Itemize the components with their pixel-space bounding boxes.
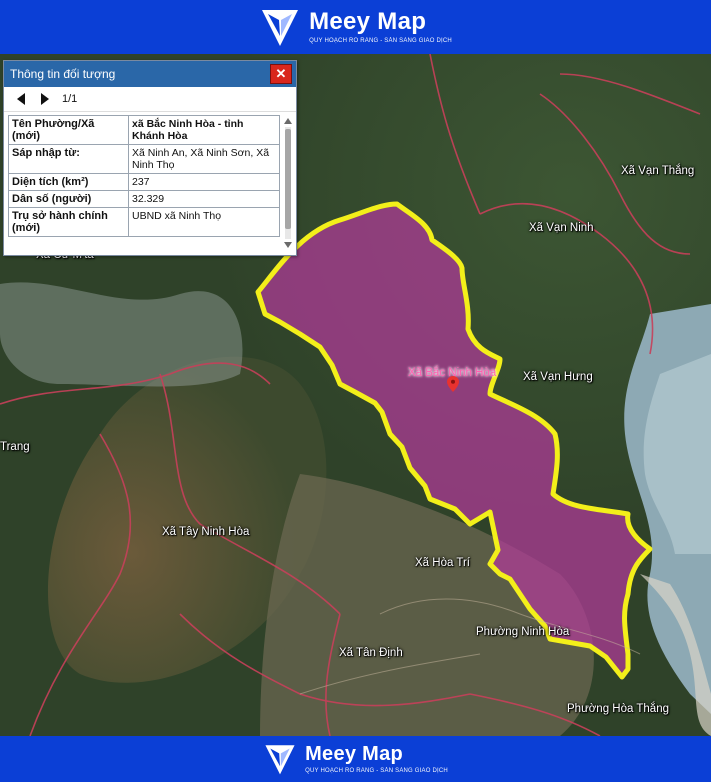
info-table-container[interactable]: Tên Phường/Xã (mới) xã Bắc Ninh Hòa - tỉ… <box>8 115 284 249</box>
brand-tagline: QUY HOẠCH RÕ RÀNG - SẴN SÀNG GIAO DỊCH <box>309 38 452 44</box>
brand-name: Meey Map <box>309 8 427 35</box>
row-value: 237 <box>128 173 280 191</box>
header-bar: Meey Map QUY HOẠCH RÕ RÀNG - SẴN SÀNG GI… <box>0 0 711 54</box>
info-panel: Thông tin đối tượng ✕ 1/1 Tên Phường/Xã … <box>3 60 297 256</box>
map-label-xa-van-hung: Xã Vạn Hưng <box>523 371 593 383</box>
scroll-down-icon[interactable] <box>283 241 293 249</box>
row-key: Dân số (người) <box>8 190 129 208</box>
map-pin-icon[interactable] <box>447 376 459 392</box>
info-panel-pager: 1/1 <box>4 87 296 112</box>
table-row: Dân số (người) 32.329 <box>8 190 280 208</box>
row-value: UBND xã Ninh Thọ <box>128 207 280 237</box>
table-row: Tên Phường/Xã (mới) xã Bắc Ninh Hòa - tỉ… <box>8 115 280 145</box>
table-row: Trụ sở hành chính (mới) UBND xã Ninh Thọ <box>8 207 280 237</box>
prev-arrow-icon[interactable] <box>14 92 28 106</box>
next-arrow-icon[interactable] <box>38 92 52 106</box>
map-label-xa-hoa-tri: Xã Hòa Trí <box>415 557 470 569</box>
info-panel-header: Thông tin đối tượng ✕ <box>4 61 296 87</box>
map-label-xa-tay-ninh-hoa: Xã Tây Ninh Hòa <box>162 526 250 538</box>
close-button[interactable]: ✕ <box>270 64 292 84</box>
row-value: 32.329 <box>128 190 280 208</box>
map-label-phuong-hoa-thang: Phường Hòa Thắng <box>567 703 669 715</box>
map-label-xa-van-thang: Xã Vạn Thắng <box>621 165 695 177</box>
map-label-phuong-ninh-hoa: Phường Ninh Hòa <box>476 626 570 638</box>
map-label-trang: Trang <box>0 441 30 453</box>
logo-mark-icon <box>259 6 301 48</box>
row-key: Diện tích (km²) <box>8 173 129 191</box>
row-value: Xã Ninh An, Xã Ninh Sơn, Xã Ninh Thọ <box>128 144 280 174</box>
map-label-xa-van-ninh: Xã Vạn Ninh <box>529 222 594 234</box>
scroll-up-icon[interactable] <box>283 117 293 125</box>
row-value: xã Bắc Ninh Hòa - tỉnh Khánh Hòa <box>128 115 280 145</box>
info-table: Tên Phường/Xã (mới) xã Bắc Ninh Hòa - tỉ… <box>8 115 280 237</box>
row-key: Sáp nhập từ: <box>8 144 129 174</box>
table-row: Sáp nhập từ: Xã Ninh An, Xã Ninh Sơn, Xã… <box>8 144 280 174</box>
brand-name-footer: Meey Map <box>305 743 404 765</box>
brand-logo[interactable]: Meey Map QUY HOẠCH RÕ RÀNG - SẴN SÀNG GI… <box>259 6 452 48</box>
logo-mark-icon <box>263 742 297 776</box>
row-key: Tên Phường/Xã (mới) <box>8 115 129 145</box>
footer-bar: Meey Map QUY HOẠCH RÕ RÀNG - SẴN SÀNG GI… <box>0 736 711 782</box>
row-key: Trụ sở hành chính (mới) <box>8 207 129 237</box>
brand-logo-footer[interactable]: Meey Map QUY HOẠCH RÕ RÀNG - SẴN SÀNG GI… <box>263 742 448 776</box>
info-scrollbar[interactable] <box>283 117 293 251</box>
page-indicator: 1/1 <box>62 93 78 105</box>
map-label-xa-tan-dinh: Xã Tân Định <box>339 647 403 659</box>
table-row: Diện tích (km²) 237 <box>8 173 280 191</box>
info-panel-title: Thông tin đối tượng <box>10 67 116 81</box>
scroll-thumb[interactable] <box>285 129 291 229</box>
brand-tagline-footer: QUY HOẠCH RÕ RÀNG - SẴN SÀNG GIAO DỊCH <box>305 768 448 774</box>
